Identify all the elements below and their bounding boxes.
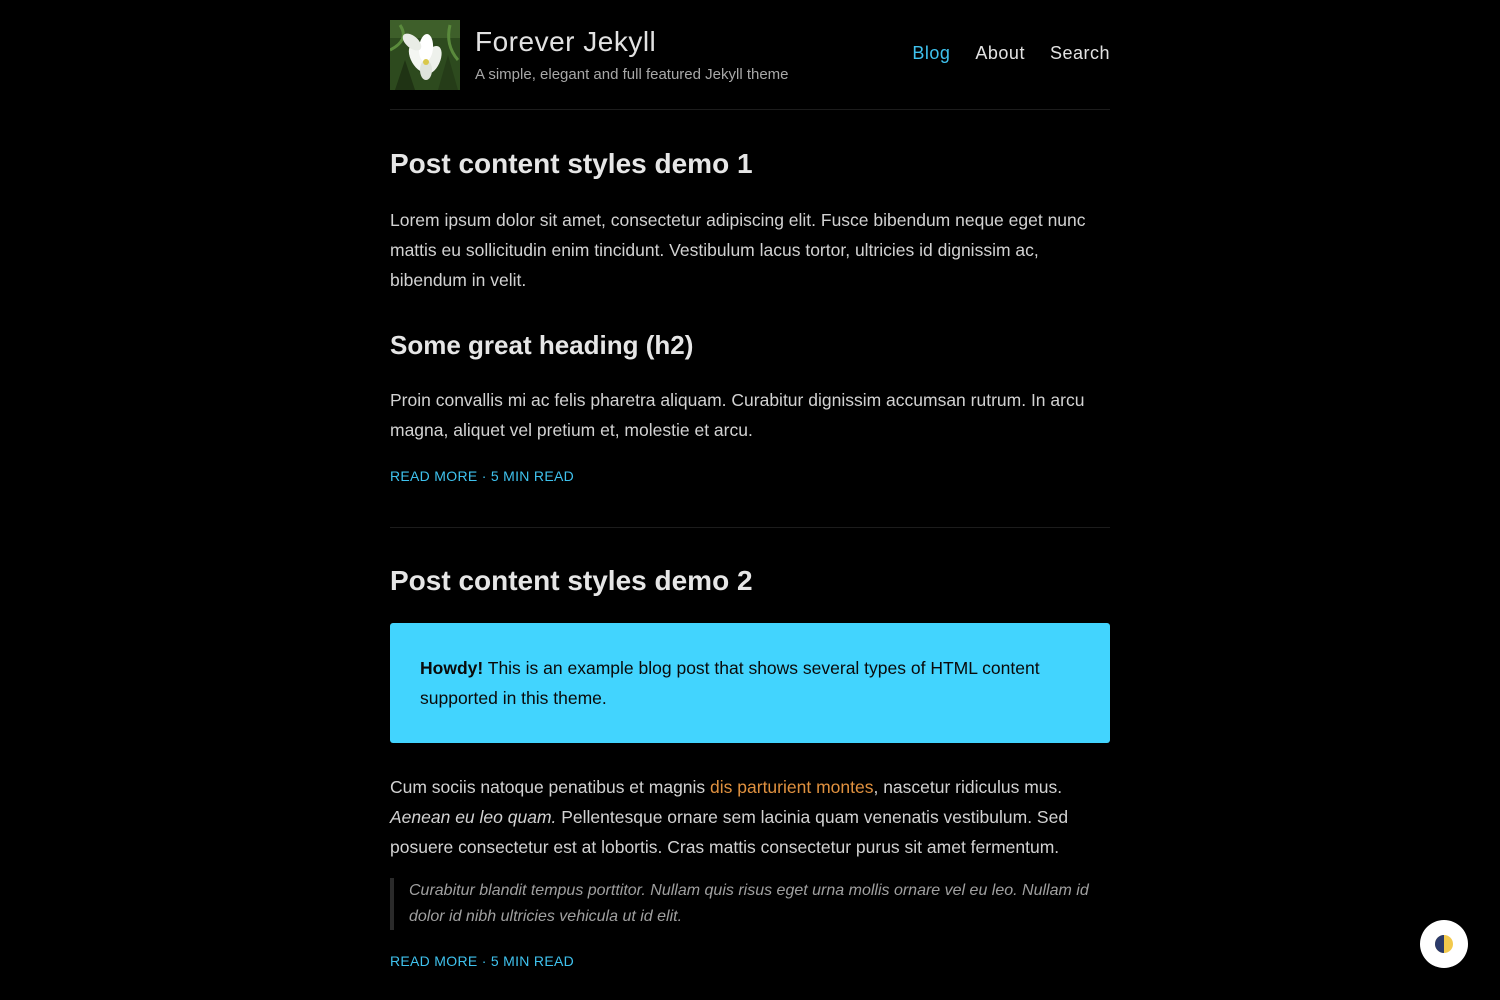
nav-item-search[interactable]: Search (1050, 43, 1110, 64)
post-title[interactable]: Post content styles demo 1 (390, 148, 1110, 180)
read-more-link[interactable]: READ MORE (390, 953, 478, 969)
read-more-link[interactable]: READ MORE (390, 468, 478, 484)
main-nav: Blog About Search (912, 43, 1110, 64)
post-1: Post content styles demo 1 (390, 148, 1110, 180)
post-paragraph: Cum sociis natoque penatibus et magnis d… (390, 772, 1110, 862)
para-emphasis: Aenean eu leo quam. (390, 807, 557, 827)
post-title[interactable]: Post content styles demo 2 (390, 565, 1110, 597)
notice-strong: Howdy! (420, 658, 484, 678)
post-divider (390, 527, 1110, 528)
site-title[interactable]: Forever Jekyll (475, 26, 656, 58)
notice-text: This is an example blog post that shows … (420, 658, 1040, 708)
post-1-meta: READ MORE · 5 MIN READ (390, 468, 1110, 484)
site-tagline: A simple, elegant and full featured Jeky… (475, 66, 789, 83)
page-container: Forever Jekyll A simple, elegant and ful… (390, 0, 1110, 969)
meta-separator: · (481, 953, 487, 969)
post-paragraph: Lorem ipsum dolor sit amet, consectetur … (390, 210, 1086, 290)
post-2-paragraph: Cum sociis natoque penatibus et magnis d… (390, 772, 1110, 862)
post-2-meta: READ MORE · 5 MIN READ (390, 953, 1110, 969)
meta-separator: · (481, 468, 487, 484)
read-time: 5 MIN READ (490, 953, 574, 969)
post-2: Post content styles demo 2 (390, 565, 1110, 597)
para-mid: , nascetur ridiculus mus. (873, 777, 1063, 797)
post-heading: Some great heading (h2) (390, 330, 694, 360)
theme-toggle-button[interactable] (1420, 920, 1468, 968)
post-paragraph: Proin convallis mi ac felis pharetra ali… (390, 390, 1085, 440)
post-1-paragraph-2: Proin convallis mi ac felis pharetra ali… (390, 385, 1110, 445)
site-header: Forever Jekyll A simple, elegant and ful… (390, 0, 1110, 110)
read-time: 5 MIN READ (490, 468, 574, 484)
notice-box: Howdy! This is an example blog post that… (390, 623, 1110, 743)
flower-logo-icon (390, 20, 460, 90)
post-1-subheading: Some great heading (h2) (390, 330, 1110, 361)
para-start: Cum sociis natoque penatibus et magnis (390, 777, 711, 797)
inline-link[interactable]: dis parturient montes (710, 777, 873, 797)
blockquote: Curabitur blandit tempus porttitor. Null… (390, 878, 1110, 930)
post-1-excerpt: Lorem ipsum dolor sit amet, consectetur … (390, 205, 1110, 295)
site-logo[interactable] (390, 20, 460, 90)
nav-item-blog[interactable]: Blog (912, 43, 950, 64)
half-moon-icon (1435, 935, 1453, 953)
nav-item-about[interactable]: About (975, 43, 1025, 64)
